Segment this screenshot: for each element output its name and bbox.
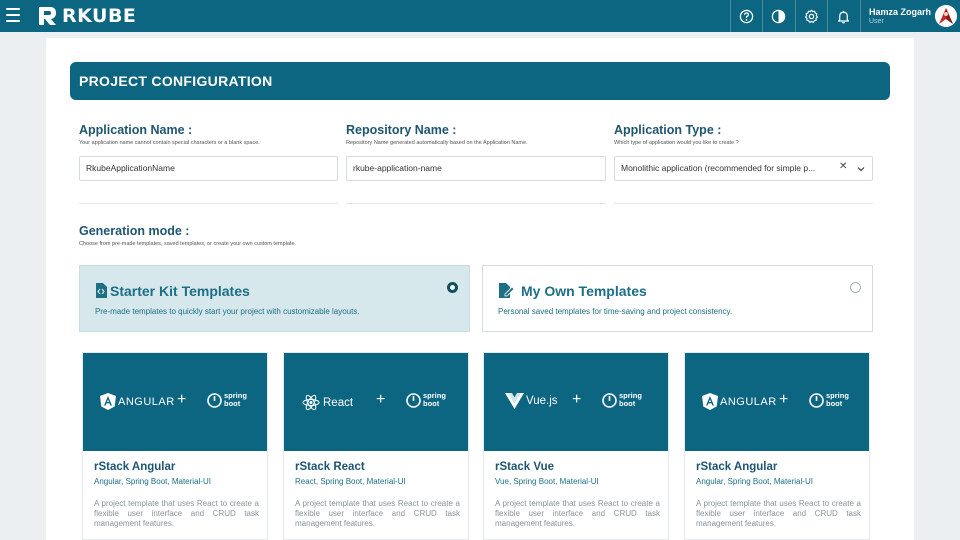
template-stack: React, Spring Boot, Material-UI [295,477,406,486]
template-card-angular[interactable]: ANGULAR + spring boot rStack Angular Angu… [82,352,268,540]
app-type-help: Which type of application would you like… [614,140,739,146]
brand-logo[interactable]: RKUBE [36,5,136,27]
repo-name-label: Repository Name : [346,123,457,137]
template-stack: Angular, Spring Boot, Material-UI [696,477,813,486]
mode-description: Personal saved templates for time-saving… [498,307,733,316]
power-icon [809,392,824,408]
starter-kit-templates-option[interactable]: Starter Kit Templates Pre-made templates… [79,265,470,332]
template-description: A project template that uses React to cr… [495,499,660,528]
brand-name: RKUBE [62,5,137,27]
divider [79,203,338,204]
power-icon [602,392,617,408]
template-card-angular-2[interactable]: ANGULAR + spring boot rStack Angular Angu… [684,352,870,540]
top-navigation-bar: RKUBE Hamza Zogarh User [0,0,960,32]
hamburger-icon[interactable] [6,8,20,22]
angular-shield-icon [100,393,116,410]
rkube-logo-icon [39,7,56,25]
spring-boot-logo: spring boot [809,392,849,408]
template-description: A project template that uses React to cr… [295,499,460,528]
app-type-label: Application Type : [614,123,722,137]
avatar[interactable] [935,5,957,27]
vue-icon [505,393,524,409]
angular-logo-text: ANGULAR [720,395,777,408]
user-name: Hamza Zogarh [869,7,932,17]
app-name-input[interactable]: RkubeApplicationName [79,156,338,181]
help-icon [739,9,754,23]
radio-selected[interactable] [447,282,458,293]
code-file-icon [96,283,107,298]
angular-logo: ANGULAR [100,393,175,410]
user-role: User [869,18,884,25]
spring-boot-logo: spring boot [406,392,446,408]
plus-sign: + [376,391,386,408]
mode-title: My Own Templates [521,283,647,299]
theme-toggle-button[interactable] [762,0,794,32]
generation-mode-help: Choose from pre-made templates, saved te… [79,241,297,247]
boot-text: boot [826,399,843,408]
template-name: rStack Angular [94,461,176,473]
plus-sign: + [779,391,789,408]
template-description: A project template that uses React to cr… [696,499,861,528]
divider [614,203,873,204]
spring-boot-logo: spring boot [207,392,247,408]
clear-selection-icon[interactable]: ✕ [839,161,847,172]
avatar-image [935,5,957,27]
generation-mode-title: Generation mode : [79,224,190,238]
react-logo-text: React [323,396,354,409]
app-name-help: Your application name cannot contain spe… [79,140,260,146]
template-banner: ANGULAR + spring boot [685,353,869,451]
gear-icon [804,9,819,23]
bell-icon [837,10,850,23]
app-type-selected-value: Monolithic application (recommended for … [621,163,816,173]
divider [346,203,606,204]
boot-text: boot [423,399,440,408]
template-description: A project template that uses React to cr… [94,499,259,528]
angular-logo-text: ANGULAR [118,395,175,408]
repo-name-input[interactable]: rkube-application-name [346,156,606,181]
template-name: rStack Vue [495,461,555,473]
contrast-icon [771,9,786,23]
spring-boot-logo: spring boot [602,392,642,408]
my-own-templates-option[interactable]: My Own Templates Personal saved template… [482,265,873,332]
template-card-react[interactable]: React + spring boot rStack React React, S… [283,352,469,540]
angular-shield-icon [702,393,718,410]
template-banner: React + spring boot [284,353,468,451]
template-card-vue[interactable]: Vue.js + spring boot rStack Vue Vue, Spri… [483,352,669,540]
template-stack: Angular, Spring Boot, Material-UI [94,477,211,486]
template-name: rStack React [295,461,365,473]
template-banner: ANGULAR + spring boot [83,353,267,451]
app-name-label: Application Name : [79,123,193,137]
boot-text: boot [224,399,241,408]
power-icon [207,392,222,408]
page-title: PROJECT CONFIGURATION [70,62,890,100]
notifications-button[interactable] [827,0,859,32]
template-name: rStack Angular [696,461,778,473]
help-button[interactable] [730,0,762,32]
template-stack: Vue, Spring Boot, Material-UI [495,477,599,486]
settings-button[interactable] [795,0,827,32]
angular-logo: ANGULAR [702,393,777,410]
vue-logo-text: Vue.js [526,395,558,407]
react-logo: React [302,394,353,411]
boot-text: boot [619,399,636,408]
plus-sign: + [572,391,582,408]
mode-description: Pre-made templates to quickly start your… [95,307,360,316]
vue-logo: Vue.js [505,393,558,409]
edit-file-icon [499,283,514,298]
template-banner: Vue.js + spring boot [484,353,668,451]
mode-title: Starter Kit Templates [110,283,250,299]
chevron-down-icon[interactable] [856,164,866,174]
repo-name-help: Repository Name generated automatically … [346,140,528,146]
radio-unselected[interactable] [850,282,861,293]
power-icon [406,392,421,408]
react-atom-icon [302,394,320,411]
plus-sign: + [177,391,187,408]
app-type-select[interactable]: Monolithic application (recommended for … [614,156,873,181]
